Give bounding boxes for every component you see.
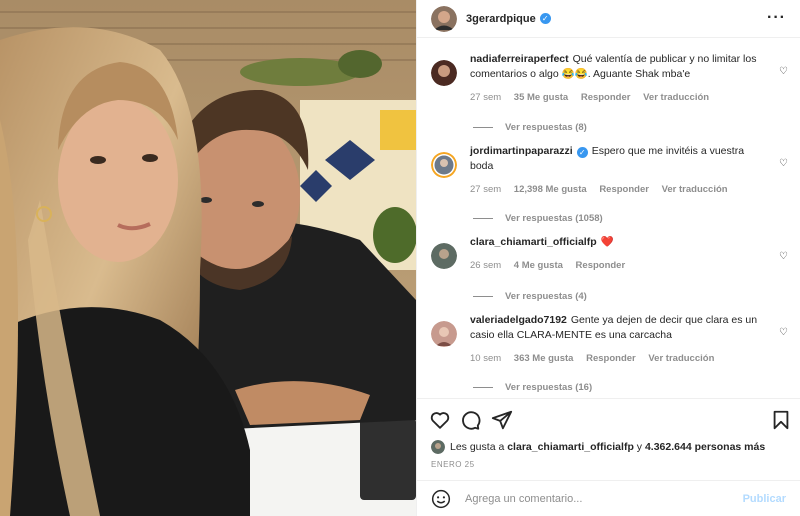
comment-username[interactable]: valeriadelgado7192 <box>470 314 567 326</box>
comment-likes[interactable]: 12,398 Me gusta <box>514 184 587 195</box>
comment-username[interactable]: clara_chiamarti_officialfp <box>470 236 597 248</box>
comment-input[interactable] <box>465 492 743 505</box>
comment-body: valeriadelgado7192 Gente ya dejen de deci… <box>470 313 792 366</box>
comment-username[interactable]: nadiaferreiraperfect <box>470 53 569 65</box>
comment-meta: 10 sem 363 Me gusta Responder Ver traduc… <box>470 351 766 366</box>
post-photo[interactable] <box>0 0 416 516</box>
comment-item: nadiaferreiraperfect Qué valentía de publ… <box>431 52 792 105</box>
comment-likes[interactable]: 35 Me gusta <box>514 92 568 103</box>
post-date[interactable]: ENERO 25 <box>431 460 475 469</box>
photo-illustration <box>0 0 416 516</box>
view-replies-button[interactable]: Ver respuestas (4) <box>473 291 587 302</box>
comment-icon[interactable] <box>459 409 481 431</box>
comment-time[interactable]: 10 sem <box>470 353 501 364</box>
view-replies-button[interactable]: Ver respuestas (16) <box>473 382 592 393</box>
verified-badge-icon: ✓ <box>576 147 588 158</box>
view-replies-label: Ver respuestas (4) <box>505 291 587 302</box>
likes-user[interactable]: clara_chiamarti_officialfp <box>507 441 634 453</box>
liker-avatar[interactable] <box>431 440 445 454</box>
emoji-icon[interactable] <box>431 489 451 509</box>
view-replies-button[interactable]: Ver respuestas (1058) <box>473 213 603 224</box>
commenter-avatar[interactable] <box>431 60 457 86</box>
comment-item: valeriadelgado7192 Gente ya dejen de deci… <box>431 313 792 366</box>
translate-button[interactable]: Ver traducción <box>643 92 709 103</box>
comment-body: clara_chiamarti_officialfp ❤️ 26 sem 4 Me… <box>470 235 792 273</box>
bookmark-icon[interactable] <box>770 409 792 431</box>
post-sidebar: 3gerardpique ✓ ··· nadiaferreiraperfect Q… <box>416 0 800 516</box>
share-icon[interactable] <box>491 409 513 431</box>
view-replies-button[interactable]: Ver respuestas (8) <box>473 122 587 133</box>
instagram-post-view: 3gerardpique ✓ ··· nadiaferreiraperfect Q… <box>0 0 800 516</box>
comment-heart-icon[interactable]: ♡ <box>779 327 788 338</box>
comment-meta: 27 sem 12,398 Me gusta Responder Ver tra… <box>470 182 766 197</box>
comment-text: ❤️ <box>600 236 614 248</box>
verified-badge-icon: ✓ <box>539 13 551 24</box>
comment-heart-icon[interactable]: ♡ <box>779 66 788 77</box>
translate-button[interactable]: Ver traducción <box>648 353 714 364</box>
reply-button[interactable]: Responder <box>576 260 626 271</box>
post-header: 3gerardpique ✓ ··· <box>417 0 800 38</box>
likes-count[interactable]: 4.362.644 personas más <box>645 441 765 453</box>
comment-heart-icon[interactable]: ♡ <box>779 251 788 262</box>
heart-icon[interactable] <box>429 409 451 431</box>
commenter-avatar[interactable] <box>431 321 457 347</box>
comment-composer: Publicar <box>417 480 800 516</box>
reply-button[interactable]: Responder <box>599 184 649 195</box>
view-replies-label: Ver respuestas (8) <box>505 122 587 133</box>
likes-middle: y <box>636 441 643 453</box>
comment-item: clara_chiamarti_officialfp ❤️ 26 sem 4 Me… <box>431 235 792 273</box>
comment-likes[interactable]: 4 Me gusta <box>514 260 563 271</box>
comment-meta: 27 sem 35 Me gusta Responder Ver traducc… <box>470 90 766 105</box>
likes-summary: Les gusta a clara_chiamarti_officialfp y… <box>431 440 786 454</box>
commenter-avatar[interactable] <box>431 243 457 269</box>
reply-button[interactable]: Responder <box>586 353 636 364</box>
translate-button[interactable]: Ver traducción <box>662 184 728 195</box>
reply-button[interactable]: Responder <box>581 92 631 103</box>
comment-body: jordimartinpaparazzi ✓ Espero que me invit… <box>470 144 792 197</box>
view-replies-label: Ver respuestas (1058) <box>505 213 603 224</box>
comment-likes[interactable]: 363 Me gusta <box>514 353 574 364</box>
comment-meta: 26 sem 4 Me gusta Responder <box>470 258 766 273</box>
comment-time[interactable]: 27 sem <box>470 184 501 195</box>
post-action-bar <box>417 398 800 440</box>
comment-time[interactable]: 26 sem <box>470 260 501 271</box>
view-replies-label: Ver respuestas (16) <box>505 382 593 393</box>
publish-button[interactable]: Publicar <box>743 493 786 505</box>
comment-item: jordimartinpaparazzi ✓ Espero que me invit… <box>431 144 792 197</box>
comment-heart-icon[interactable]: ♡ <box>779 158 788 169</box>
commenter-avatar[interactable] <box>431 152 457 178</box>
comment-body: nadiaferreiraperfect Qué valentía de publ… <box>470 52 792 105</box>
comment-username[interactable]: jordimartinpaparazzi <box>470 145 573 157</box>
more-icon[interactable]: ··· <box>767 10 786 26</box>
comment-time[interactable]: 27 sem <box>470 92 501 103</box>
author-username[interactable]: 3gerardpique <box>466 13 536 25</box>
likes-prefix: Les gusta a <box>450 441 505 453</box>
author-avatar[interactable] <box>431 5 457 32</box>
